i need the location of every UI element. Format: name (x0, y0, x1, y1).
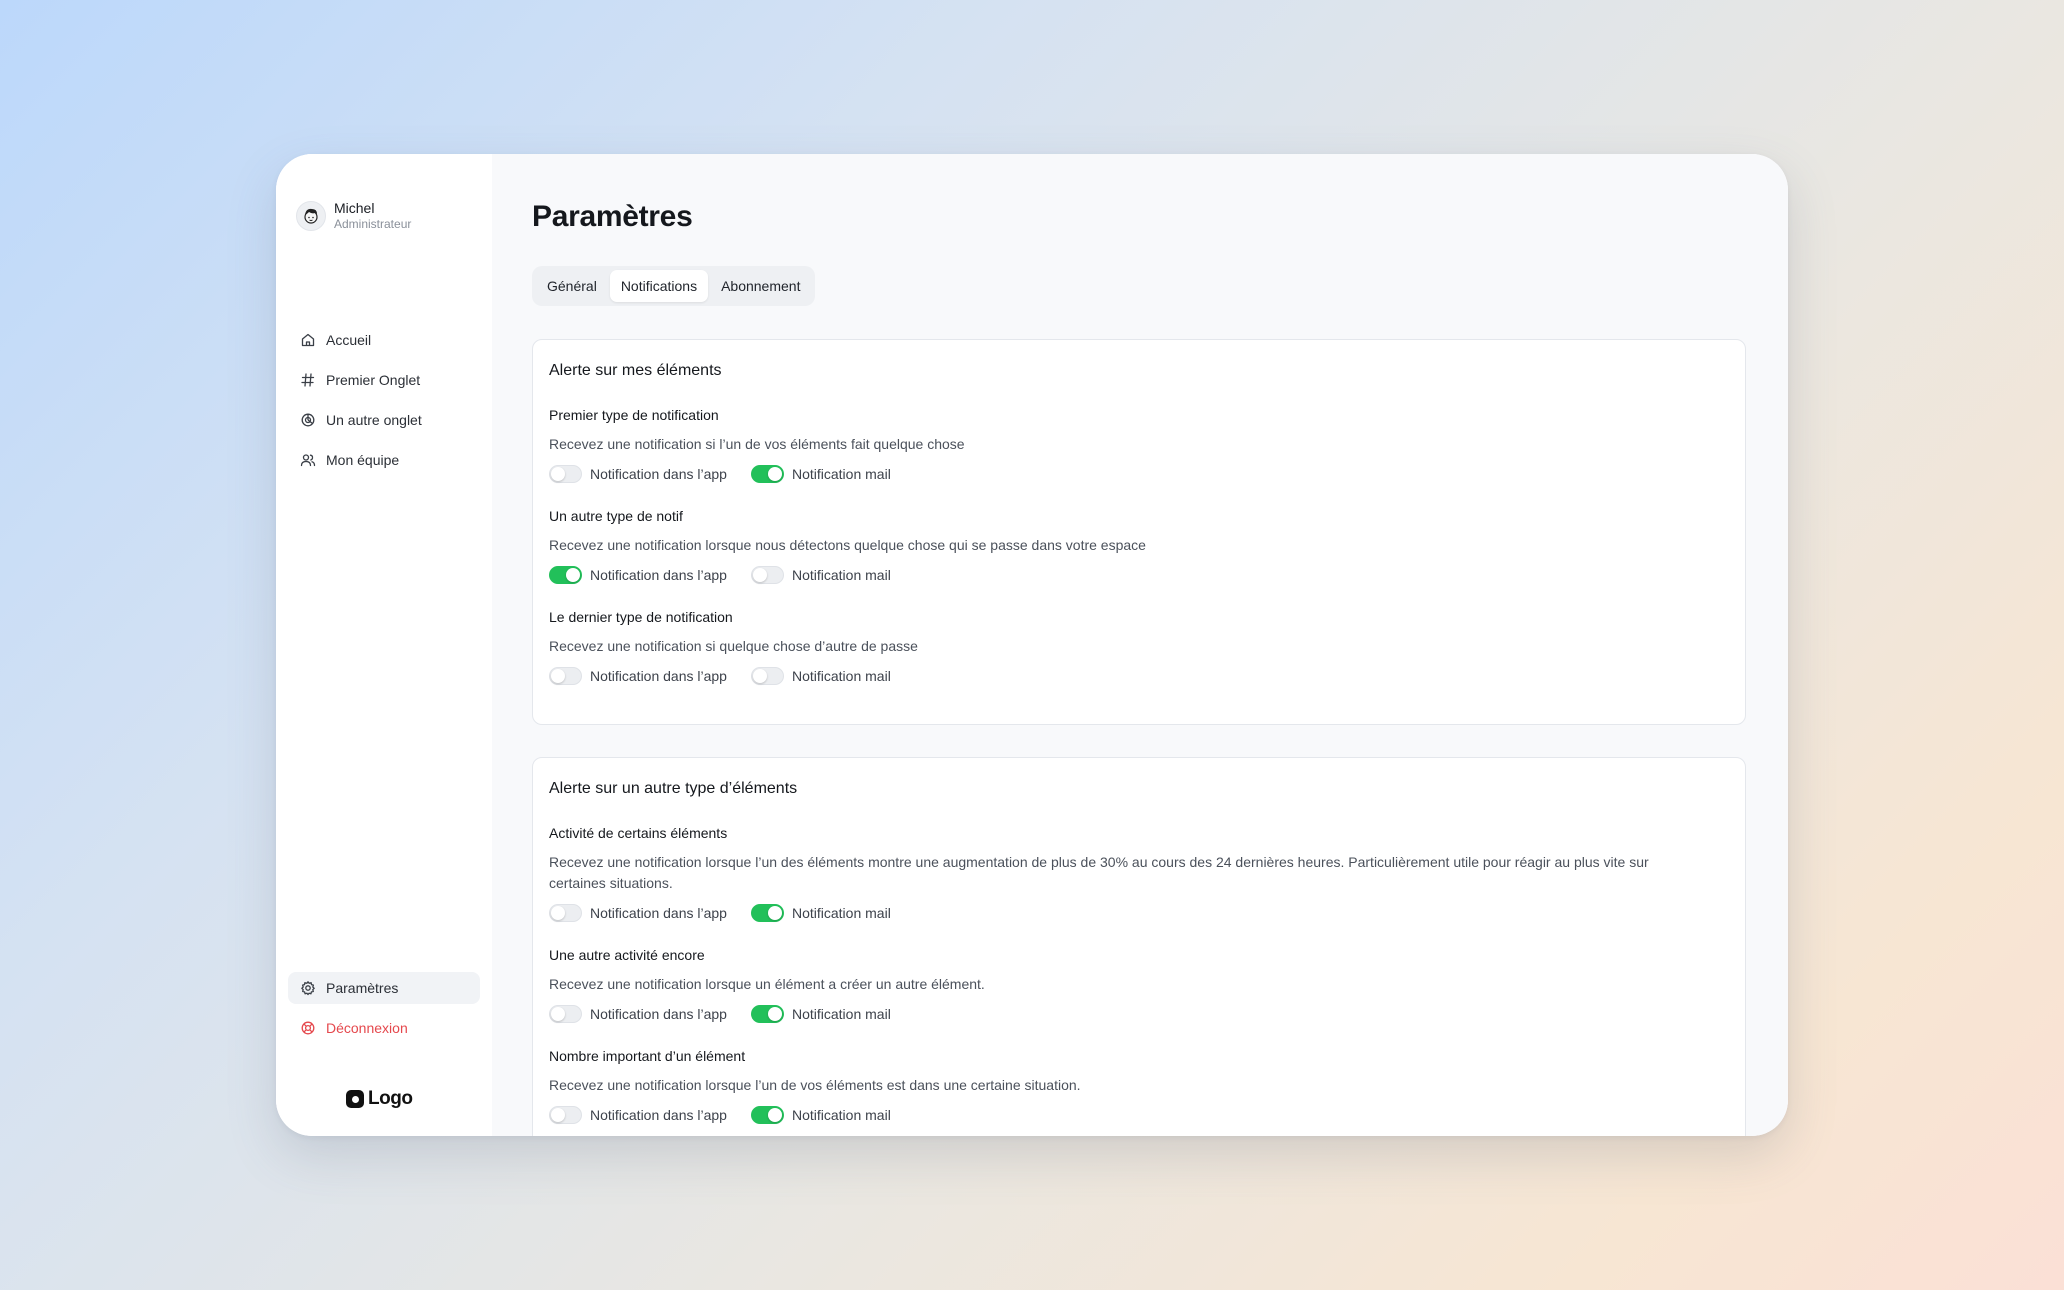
page-title: Paramètres (532, 200, 693, 233)
main-nav: Accueil Premier Onglet Un autre onglet M… (288, 324, 480, 484)
notification-title: Nombre important d’un élément (549, 1048, 746, 1064)
section-card: Alerte sur mes éléments Premier type de … (532, 339, 1746, 725)
nav-item-parametres[interactable]: Paramètres (288, 972, 480, 1004)
toggle-label: Notification mail (791, 905, 891, 921)
toggle-label: Notification mail (791, 466, 891, 482)
user-profile[interactable]: Michel Administrateur (296, 200, 411, 232)
in-app-toggle[interactable] (549, 904, 582, 922)
toggle-label: Notification dans l’app (590, 1107, 727, 1123)
in-app-toggle[interactable] (549, 566, 582, 584)
notification-setting: Nombre important d’un élément Recevez un… (549, 1047, 1729, 1126)
toggle-label: Notification dans l’app (590, 1006, 727, 1022)
notification-setting: Un autre type de notif Recevez une notif… (549, 507, 1729, 586)
toggle-label: Notification mail (791, 668, 891, 684)
toggle-label: Notification dans l’app (590, 905, 727, 921)
nav-item-deconnexion[interactable]: Déconnexion (288, 1012, 480, 1044)
logo: Logo (346, 1088, 413, 1110)
mail-toggle[interactable] (750, 1005, 784, 1023)
nav-item-label: Accueil (326, 332, 372, 348)
nav-item-autre-onglet[interactable]: Un autre onglet (288, 404, 480, 436)
nav-item-label: Un autre onglet (326, 412, 422, 428)
nav-item-label: Déconnexion (326, 1020, 408, 1036)
tab-notifications[interactable]: Notifications (609, 270, 709, 302)
app-window: Michel Administrateur Accueil Premier On… (276, 154, 1788, 1136)
mail-toggle[interactable] (750, 667, 784, 685)
home-icon (301, 333, 315, 347)
toggle-label: Notification mail (791, 567, 891, 583)
notification-title: Un autre type de notif (549, 508, 683, 524)
nav-item-label: Premier Onglet (326, 372, 421, 388)
notification-description: Recevez une notification lorsque un élém… (549, 976, 985, 992)
nav-item-label: Paramètres (326, 980, 399, 996)
mail-toggle[interactable] (750, 904, 784, 922)
notification-description: Recevez une notification lorsque l’un de… (549, 1077, 1081, 1093)
section-title: Alerte sur mes éléments (549, 362, 722, 379)
mail-toggle[interactable] (750, 1106, 784, 1124)
tab-bar: Général Notifications Abonnement (532, 266, 816, 306)
notification-setting: Activité de certains éléments Recevez un… (549, 824, 1729, 924)
gear-icon (301, 981, 315, 996)
hash-icon (301, 373, 315, 387)
user-avatar-icon (304, 208, 318, 224)
user-role: Administrateur (334, 217, 412, 231)
notification-description: Recevez une notification si l’un de vos … (549, 436, 965, 452)
notification-description: Recevez une notification si quelque chos… (549, 638, 918, 654)
nav-item-accueil[interactable]: Accueil (288, 324, 480, 356)
logo-mark-icon (346, 1090, 364, 1108)
notification-title: Premier type de notification (549, 407, 719, 423)
notification-description: Recevez une notification lorsque nous dé… (549, 537, 1146, 553)
users-icon (300, 454, 316, 467)
in-app-toggle[interactable] (549, 465, 582, 483)
in-app-toggle[interactable] (549, 1106, 582, 1124)
nav-item-premier-onglet[interactable]: Premier Onglet (288, 364, 480, 396)
sidebar: Michel Administrateur Accueil Premier On… (276, 154, 492, 1136)
toggle-label: Notification dans l’app (590, 466, 727, 482)
toggle-label: Notification mail (791, 1006, 891, 1022)
chart-pie-icon (301, 413, 315, 427)
mail-toggle[interactable] (750, 465, 784, 483)
notification-setting: Une autre activité encore Recevez une no… (549, 946, 1729, 1025)
user-name: Michel (334, 200, 375, 216)
logout-icon (301, 1021, 315, 1035)
avatar (296, 201, 326, 231)
tab-abonnement[interactable]: Abonnement (710, 270, 811, 302)
mail-toggle[interactable] (750, 566, 784, 584)
toggle-label: Notification dans l’app (590, 668, 727, 684)
section-title: Alerte sur un autre type d’éléments (549, 780, 798, 797)
section-card: Alerte sur un autre type d’éléments Acti… (532, 757, 1746, 1136)
notification-description: Recevez une notification lorsque l’un de… (549, 854, 1649, 891)
logo-text: Logo (368, 1088, 413, 1109)
main-content: Paramètres Général Notifications Abonnem… (492, 154, 1788, 1136)
tab-general[interactable]: Général (536, 270, 608, 302)
toggle-label: Notification dans l’app (590, 567, 727, 583)
in-app-toggle[interactable] (549, 667, 582, 685)
notification-title: Activité de certains éléments (549, 825, 728, 841)
in-app-toggle[interactable] (549, 1005, 582, 1023)
notification-setting: Le dernier type de notification Recevez … (549, 608, 1729, 687)
bottom-nav: Paramètres Déconnexion (288, 972, 480, 1052)
toggle-label: Notification mail (791, 1107, 891, 1123)
nav-item-label: Mon équipe (326, 452, 400, 468)
notification-title: Le dernier type de notification (549, 609, 733, 625)
notification-title: Une autre activité encore (549, 947, 705, 963)
nav-item-mon-equipe[interactable]: Mon équipe (288, 444, 480, 476)
notification-setting: Premier type de notification Recevez une… (549, 406, 1729, 485)
